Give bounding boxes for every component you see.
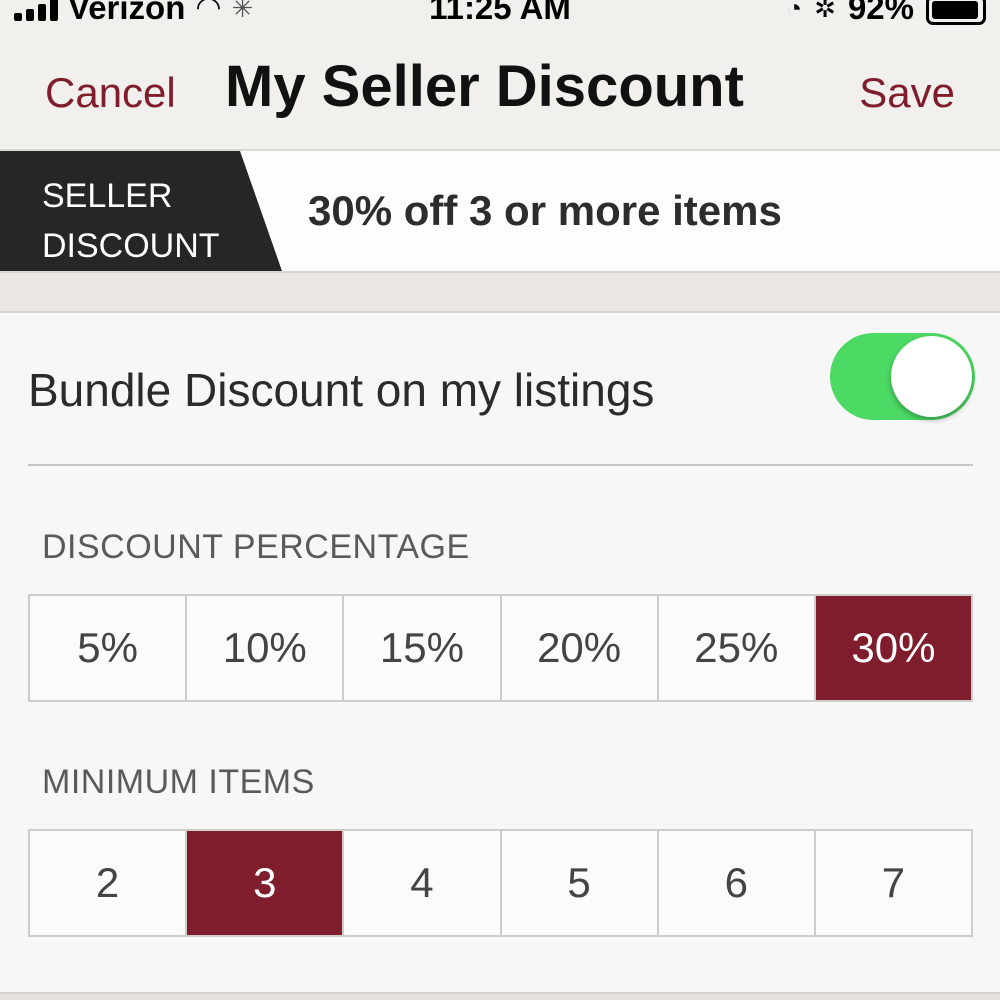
- discount-option[interactable]: 10%: [187, 596, 345, 700]
- status-bar: Verizon ◠ ✳ 11:25 AM ◔ ✲ 92%: [0, 0, 1000, 26]
- divider: [28, 464, 973, 466]
- discount-option[interactable]: 20%: [502, 596, 659, 700]
- minimum-items-option[interactable]: 3: [187, 831, 345, 935]
- discount-summary: 30% off 3 or more items: [308, 187, 782, 234]
- clock-lock-icon: ◔: [786, 0, 803, 23]
- cancel-button[interactable]: Cancel: [45, 68, 176, 118]
- minimum-items-selector: 2 3 4 5 6 7: [28, 829, 973, 937]
- bottom-separator: [0, 992, 1000, 1000]
- discount-percentage-label: DISCOUNT PERCENTAGE: [42, 528, 470, 566]
- bundle-discount-label: Bundle Discount on my listings: [28, 364, 655, 416]
- bundle-discount-toggle[interactable]: [830, 333, 975, 420]
- battery-percent: 92%: [847, 0, 914, 26]
- discount-percentage-selector: 5% 10% 15% 20% 25% 30%: [28, 594, 973, 702]
- minimum-items-option[interactable]: 4: [344, 831, 502, 935]
- page-title: My Seller Discount: [225, 54, 744, 119]
- discount-option[interactable]: 30%: [815, 596, 972, 700]
- bluetooth-icon: ✲: [814, 0, 836, 23]
- discount-option[interactable]: 15%: [344, 596, 502, 700]
- minimum-items-option[interactable]: 6: [659, 831, 816, 935]
- seller-discount-tag-label: SELLER DISCOUNT: [42, 177, 220, 265]
- save-button[interactable]: Save: [859, 68, 955, 118]
- minimum-items-option[interactable]: 2: [30, 831, 188, 935]
- seller-discount-banner: SELLER DISCOUNT 30% off 3 or more items: [0, 151, 1000, 271]
- discount-option[interactable]: 25%: [659, 596, 816, 700]
- section-separator: [0, 271, 1000, 313]
- minimum-items-label: MINIMUM ITEMS: [42, 763, 315, 801]
- toggle-knob: [891, 336, 972, 417]
- battery-icon: [926, 0, 986, 25]
- nav-bar: Cancel My Seller Discount Save: [0, 26, 1000, 151]
- minimum-items-option[interactable]: 7: [816, 831, 971, 935]
- minimum-items-option[interactable]: 5: [502, 831, 659, 935]
- discount-option[interactable]: 5%: [30, 596, 188, 700]
- status-bar-right: ◔ ✲ 92%: [786, 0, 986, 26]
